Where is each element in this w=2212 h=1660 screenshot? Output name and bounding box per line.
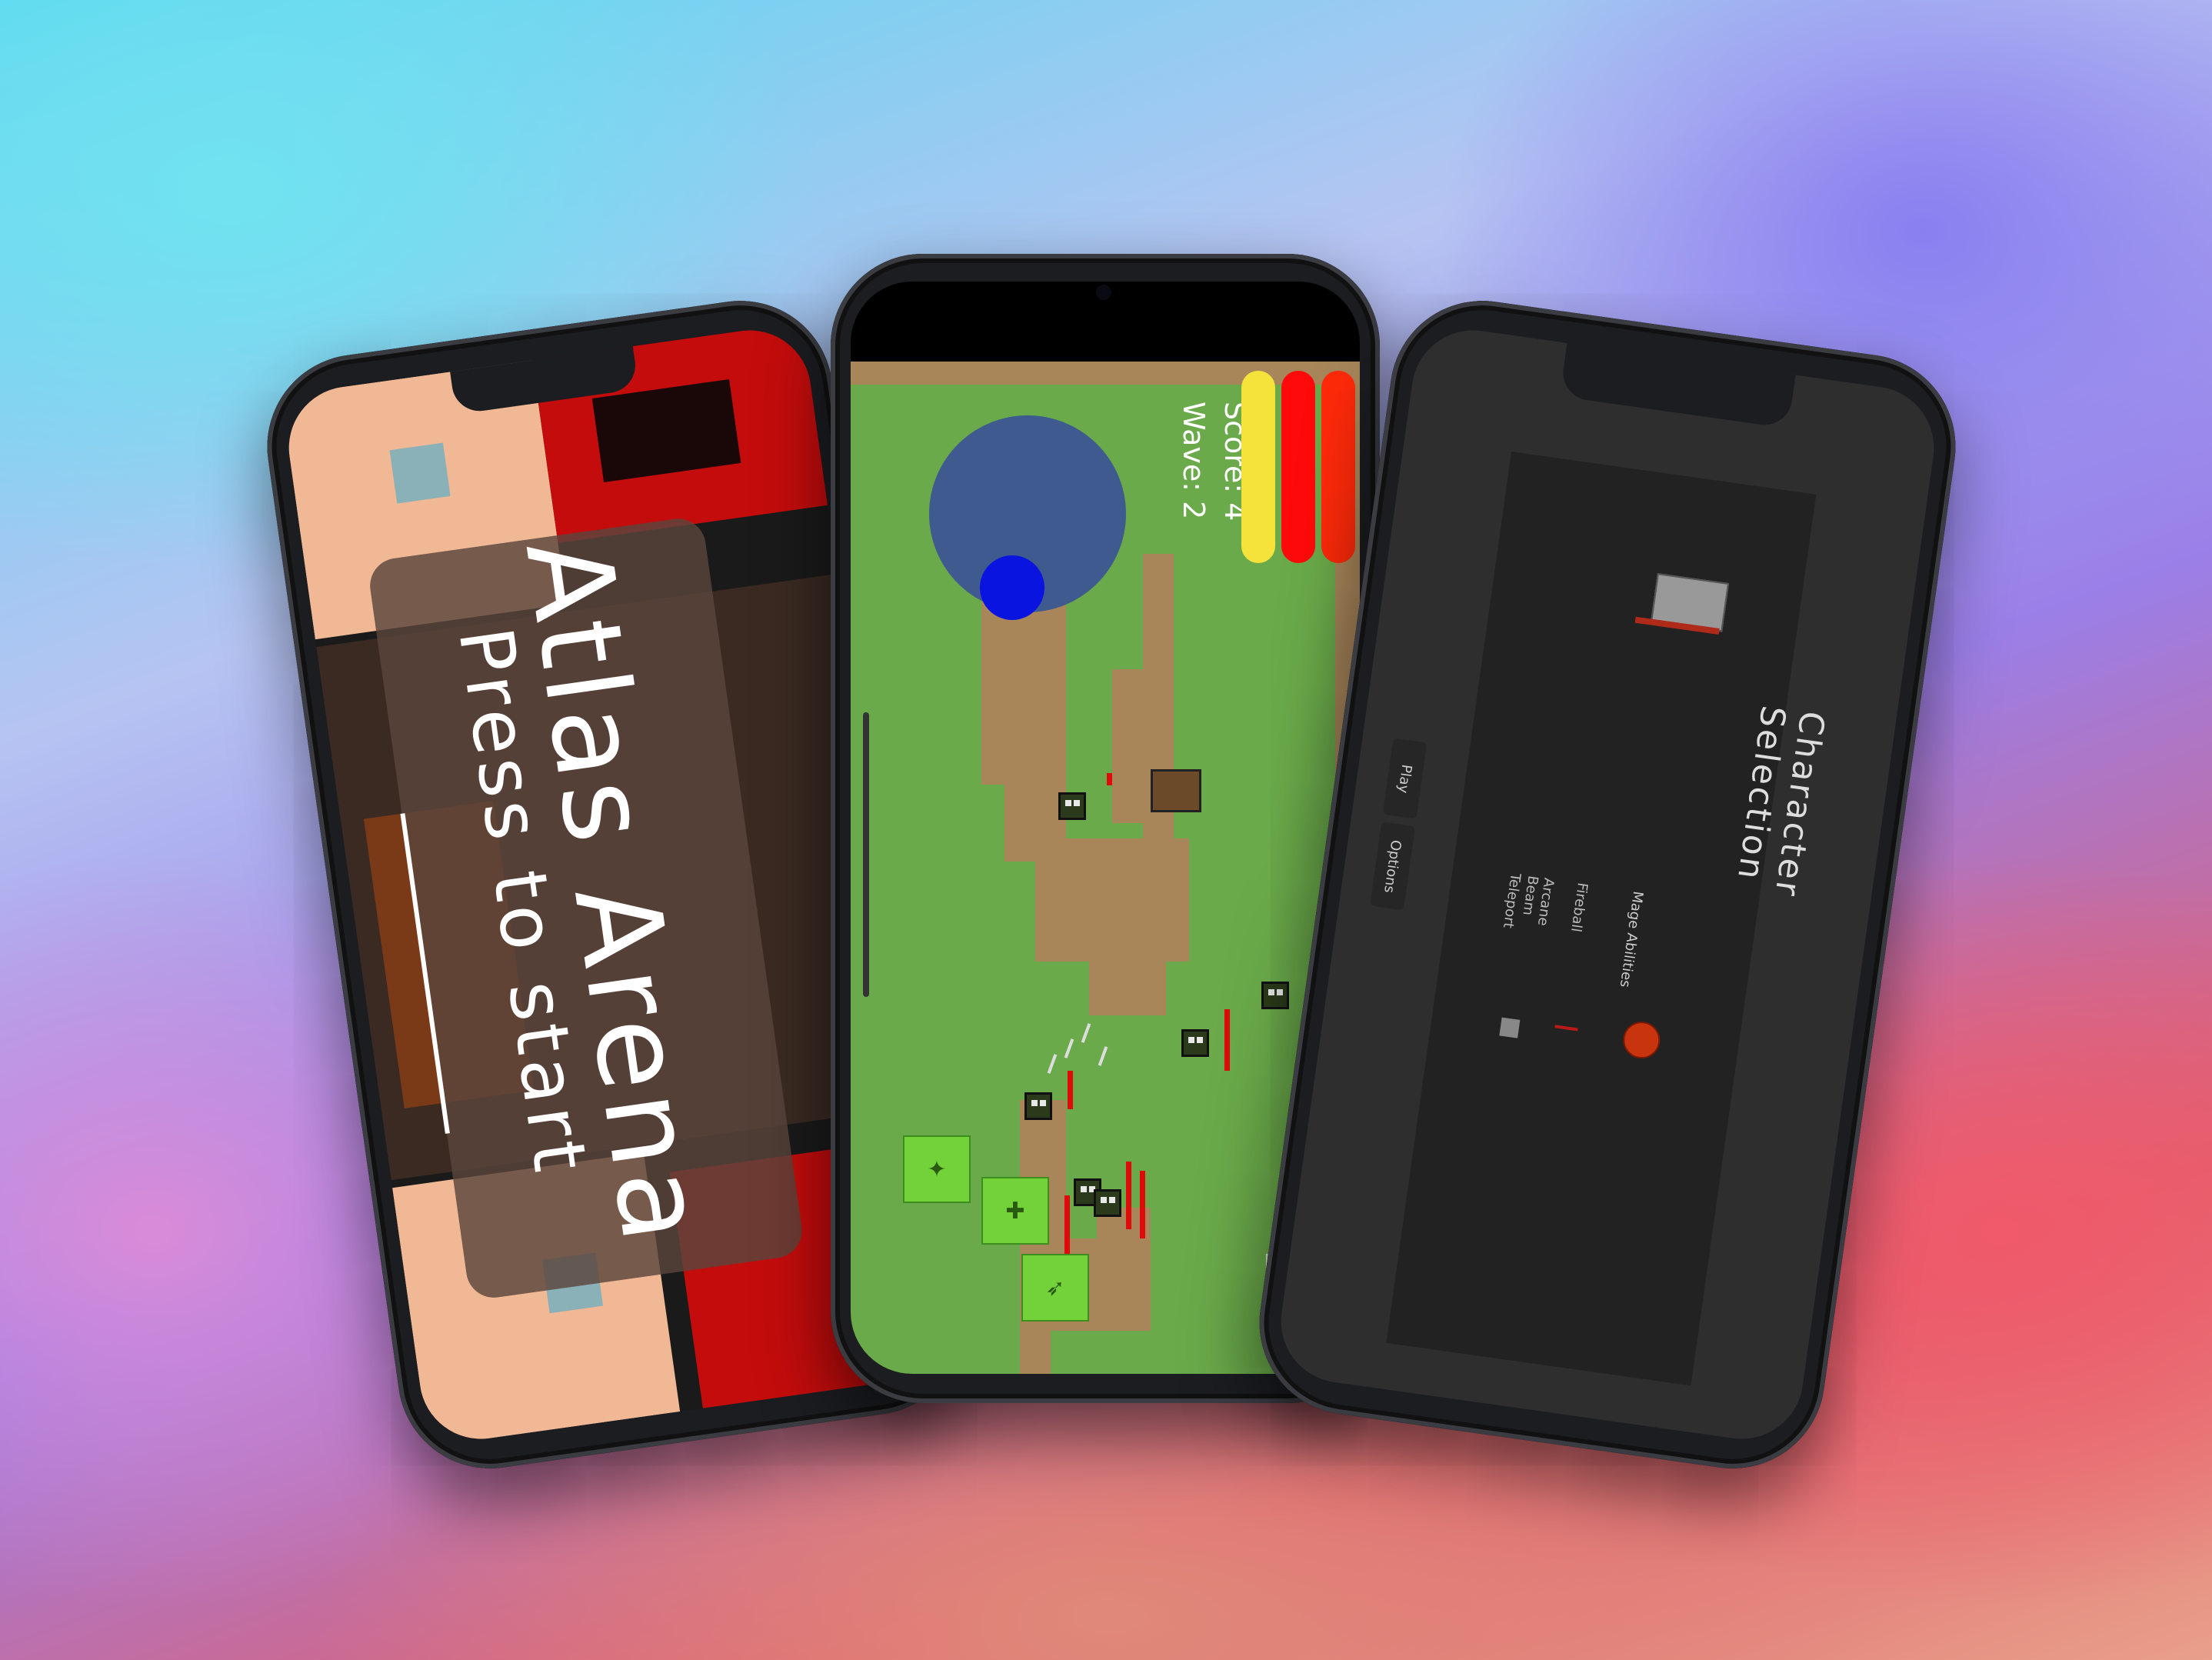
play-button-label: Play [1394, 762, 1415, 795]
arrow-projectiles [1047, 1023, 1112, 1077]
dirt-path [981, 592, 1066, 785]
stamina-bar [1241, 371, 1275, 563]
enemy-hp-bar [1140, 1171, 1145, 1238]
ability-button-2[interactable]: ✚ [981, 1177, 1049, 1245]
ability-button-3[interactable]: ➶ [1021, 1254, 1089, 1322]
teleport-icon[interactable] [1499, 1017, 1521, 1038]
player-character [1151, 769, 1201, 812]
ability-button-1[interactable]: ✦ [903, 1135, 971, 1203]
front-camera [1096, 285, 1111, 300]
enemy-hp-bar [1224, 1009, 1230, 1071]
wave-label: Wave: 2 [1177, 402, 1211, 520]
play-button[interactable]: Play [1382, 738, 1427, 819]
options-button[interactable]: Options [1370, 822, 1416, 911]
enemy-zombie [1261, 982, 1289, 1009]
enemy-zombie [1181, 1029, 1209, 1057]
selection-panel [1386, 452, 1817, 1386]
options-button-label: Options [1381, 838, 1404, 894]
enemy-zombie [1024, 1092, 1052, 1120]
enemy-zombie [1094, 1189, 1121, 1217]
mana-bar [1321, 371, 1355, 563]
side-handle [863, 712, 869, 997]
dirt-path [1020, 1315, 1051, 1374]
player-hp-marker [1107, 773, 1112, 785]
enemy-hp-bar [1126, 1162, 1131, 1229]
dirt-path [1004, 762, 1066, 862]
dirt-path [1089, 946, 1166, 1015]
enemy-zombie [1058, 792, 1086, 820]
window-tile [389, 442, 451, 504]
health-bar [1281, 371, 1315, 563]
joystick-knob[interactable] [980, 555, 1044, 620]
